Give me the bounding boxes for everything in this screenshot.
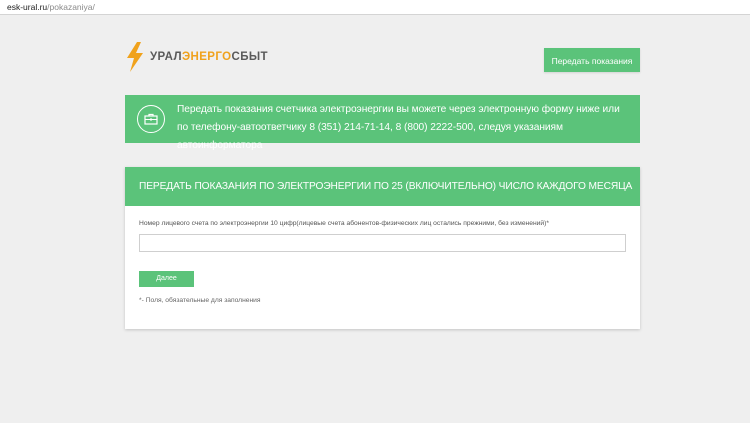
url-domain: esk-ural.ru <box>7 2 48 12</box>
banner-text: Передать показания счетчика электроэнерг… <box>177 104 620 151</box>
readings-form-card: ПЕРЕДАТЬ ПОКАЗАНИЯ ПО ЭЛЕКТРОЭНЕРГИИ ПО … <box>125 167 640 329</box>
site-logo[interactable]: УРАЛЭНЕРГОСБЫТ <box>124 42 268 72</box>
url-path: /pokazaniya/ <box>47 2 95 12</box>
briefcase-icon <box>137 105 165 133</box>
logo-wordmark: УРАЛЭНЕРГОСБЫТ <box>150 51 268 63</box>
logo-part-sbyt: СБЫТ <box>231 51 268 63</box>
required-fields-note: *- Поля, обязательные для заполнения <box>139 297 261 304</box>
logo-part-ural: УРАЛ <box>150 51 182 63</box>
next-button[interactable]: Далее <box>139 271 194 287</box>
lightning-bolt-icon <box>124 42 146 72</box>
browser-address-bar[interactable]: esk-ural.ru/pokazaniya/ <box>0 0 750 15</box>
logo-part-energo: ЭНЕРГО <box>181 51 232 63</box>
info-banner: Передать показания счетчика электроэнерг… <box>125 95 640 151</box>
form-title: ПЕРЕДАТЬ ПОКАЗАНИЯ ПО ЭЛЕКТРОЭНЕРГИИ ПО … <box>125 167 640 206</box>
account-number-label: Номер лицевого счета по электроэнергии 1… <box>139 220 549 227</box>
account-number-input[interactable] <box>139 234 626 252</box>
url-text[interactable]: esk-ural.ru/pokazaniya/ <box>7 1 95 13</box>
submit-readings-button[interactable]: Передать показания <box>544 48 640 72</box>
